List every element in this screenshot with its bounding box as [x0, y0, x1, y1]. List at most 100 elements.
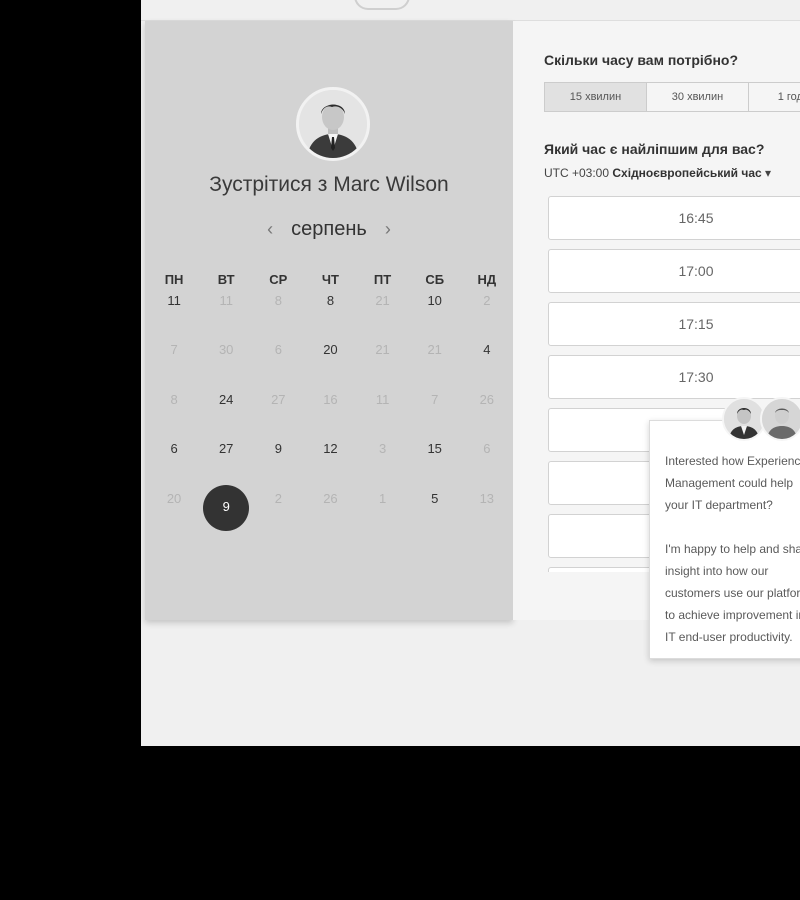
- chat-avatars: [722, 397, 800, 443]
- time-slot-button[interactable]: 17:15: [548, 302, 800, 346]
- calendar-day-number: 26: [323, 490, 338, 506]
- calendar-day[interactable]: 4: [461, 337, 513, 386]
- calendar-day[interactable]: 8: [304, 288, 356, 337]
- calendar-day: 7: [409, 387, 461, 436]
- calendar-day[interactable]: 27: [200, 436, 252, 485]
- calendar-day: 6: [461, 436, 513, 485]
- host-avatar: [296, 87, 370, 161]
- chat-message: Interested how Experience Management cou…: [665, 454, 800, 644]
- calendar-day-number: 8: [274, 293, 282, 308]
- calendar-day-number: 2: [483, 293, 491, 308]
- timezone-dropdown[interactable]: UTC +03:00 Східноєвропейський час ▾: [544, 166, 771, 180]
- calendar-day-number: 7: [170, 342, 178, 358]
- calendar-day[interactable]: 5: [409, 486, 461, 535]
- calendar-day[interactable]: 15: [409, 436, 461, 485]
- chat-popup[interactable]: Interested how Experience Management cou…: [649, 397, 800, 659]
- person-icon: [724, 399, 764, 439]
- timezone-name: Східноєвропейський час: [612, 166, 762, 180]
- calendar-day-number: 2: [274, 490, 282, 506]
- calendar-day-number: 16: [323, 391, 338, 407]
- duration-heading: Скільки часу вам потрібно?: [544, 52, 739, 68]
- calendar-day: 26: [304, 486, 356, 535]
- calendar-day: 6: [252, 337, 304, 386]
- weekday-label: ПН: [164, 272, 184, 287]
- time-slot-button[interactable]: 17:00: [548, 249, 800, 293]
- calendar-day-number: 21: [375, 293, 390, 308]
- calendar-day: 11: [357, 387, 409, 436]
- calendar-day: 2: [252, 486, 304, 535]
- calendar-day-number: 6: [274, 342, 282, 358]
- weekday-label: ПТ: [373, 272, 392, 287]
- calendar-day-number: 5: [431, 490, 439, 506]
- calendar-day-number: 11: [219, 293, 233, 308]
- calendar-day: 13: [461, 486, 513, 535]
- weekday-label: ВТ: [217, 272, 235, 287]
- calendar-day-number: 20: [166, 490, 182, 506]
- calendar-day-number: 27: [271, 391, 286, 407]
- time-slot-label: 17:15: [678, 316, 714, 332]
- month-label: серпень: [291, 218, 367, 240]
- weekday-label: СБ: [425, 272, 445, 287]
- calendar-day-number: 27: [218, 441, 234, 457]
- calendar-day[interactable]: 20: [304, 337, 356, 386]
- calendar-day-number: 6: [483, 441, 491, 457]
- duration-option-15[interactable]: 15 хвилин: [545, 83, 647, 111]
- calendar-day: 21: [357, 288, 409, 337]
- calendar-day-number: 15: [427, 441, 442, 457]
- time-slot-label: 17:00: [678, 263, 714, 279]
- duration-option-30[interactable]: 30 хвилин: [647, 83, 749, 111]
- calendar-day: 21: [357, 337, 409, 386]
- calendar-day[interactable]: 11: [148, 288, 200, 337]
- chevron-right-icon[interactable]: ›: [381, 216, 395, 242]
- calendar-day-number: 8: [326, 293, 335, 308]
- calendar-day-number: 11: [167, 293, 181, 308]
- calendar-day-number: 26: [479, 391, 495, 407]
- time-slot-button[interactable]: 16:45: [548, 196, 800, 240]
- calendar-day[interactable]: 9: [252, 436, 304, 485]
- calendar-day-number: 24: [218, 391, 234, 407]
- booking-page: Зустрітися з Marc Wilson ‹ серпень › ПН …: [141, 0, 800, 746]
- calendar-day[interactable]: 12: [304, 436, 356, 485]
- chevron-left-icon[interactable]: ‹: [263, 216, 277, 242]
- calendar-day: 20: [148, 486, 200, 535]
- calendar-day-number: 9: [274, 441, 282, 457]
- calendar-day: 16: [304, 387, 356, 436]
- calendar-day: 7: [148, 337, 200, 386]
- calendar-day: 27: [252, 387, 304, 436]
- calendar-day-number: 3: [378, 441, 387, 457]
- calendar-day-number: 21: [375, 342, 390, 358]
- calendar-day-number: 20: [323, 342, 338, 358]
- calendar-day[interactable]: 10: [409, 288, 461, 337]
- calendar-day-number: 4: [483, 342, 491, 358]
- calendar-day: 3: [357, 436, 409, 485]
- time-slot-label: 17:30: [678, 369, 714, 385]
- weekday-label: НД: [477, 272, 497, 287]
- timezone-offset: UTC +03:00: [544, 166, 610, 180]
- agent-avatar: [760, 397, 800, 441]
- calendar-day[interactable]: 6: [148, 436, 200, 485]
- calendar-day-number: 1: [378, 490, 387, 506]
- time-slot-button[interactable]: 17:30: [548, 355, 800, 399]
- calendar-day[interactable]: 24: [200, 387, 252, 436]
- chevron-down-icon: ▾: [765, 166, 772, 180]
- calendar-day-selected[interactable]: 9: [200, 484, 252, 535]
- calendar-day: 30: [200, 337, 252, 386]
- host-title: Зустрітися з Marc Wilson: [209, 173, 449, 196]
- duration-option-60[interactable]: 1 година: [749, 83, 800, 111]
- month-navigation: ‹ серпень ›: [145, 216, 513, 242]
- calendar-day: 8: [252, 288, 304, 337]
- calendar-day: 8: [148, 387, 200, 436]
- calendar-day-number: 21: [427, 342, 442, 358]
- duration-selector: 15 хвилин 30 хвилин 1 година: [544, 82, 800, 112]
- calendar-day-number: 6: [170, 441, 178, 457]
- weekday-header: ПН ВТ СР ЧТ ПТ СБ НД: [148, 272, 513, 287]
- person-icon: [299, 90, 367, 158]
- time-slot-label: 16:45: [678, 210, 714, 226]
- calendar-day: 21: [409, 337, 461, 386]
- calendar-day: 2: [461, 288, 513, 337]
- calendar-day-number: 8: [170, 391, 178, 407]
- weekday-label: СР: [269, 272, 288, 287]
- calendar-day: 26: [461, 387, 513, 436]
- calendar-panel: Зустрітися з Marc Wilson ‹ серпень › ПН …: [145, 21, 513, 620]
- logo: [354, 0, 410, 10]
